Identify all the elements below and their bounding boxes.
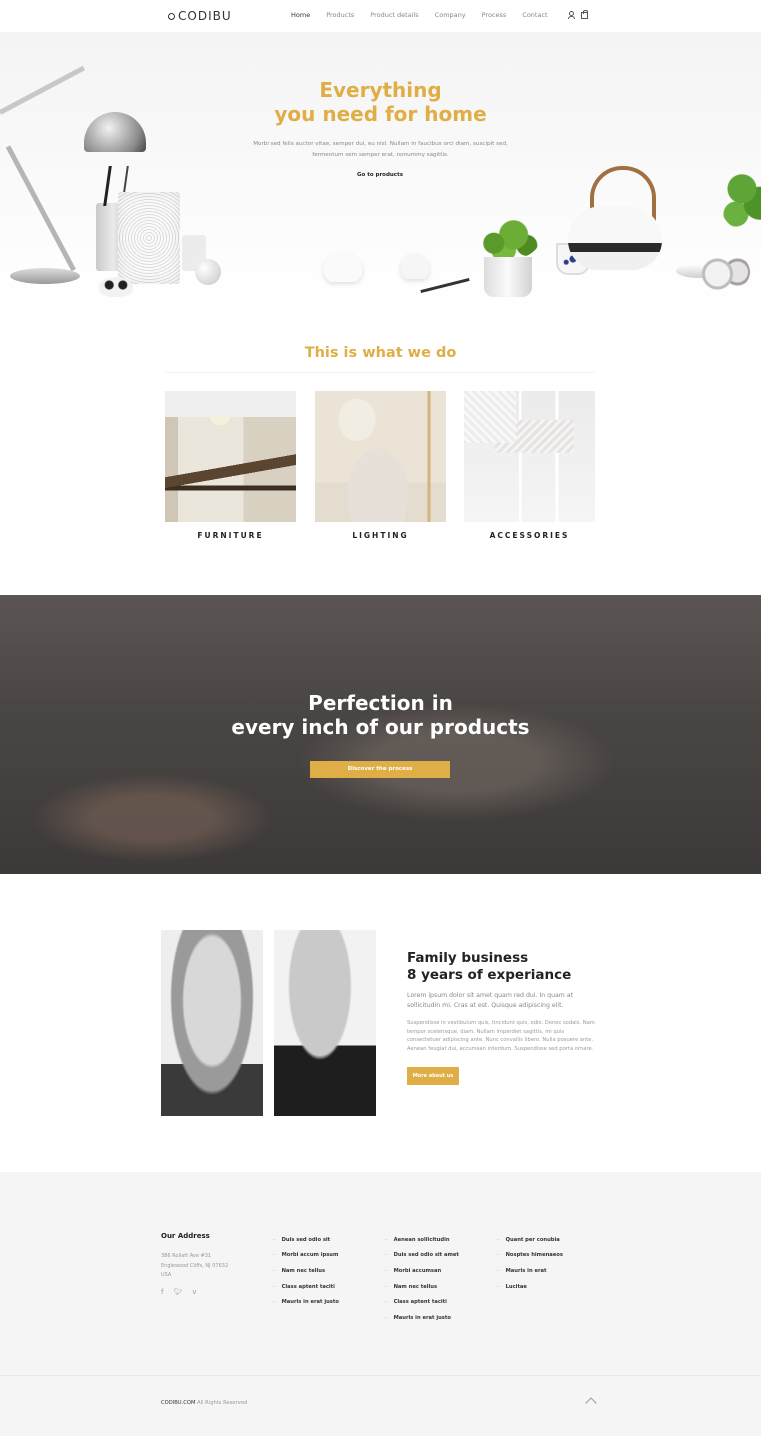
footer-link[interactable]: Class aptent taciti	[273, 1279, 339, 1295]
hero-subtitle-line2: fermentum sem semper erat, nonummy sagit…	[312, 152, 449, 158]
lamp-base-image	[10, 268, 80, 284]
more-about-us-button[interactable]: More about us	[407, 1067, 459, 1085]
category-label[interactable]: ACCESSORIES	[464, 531, 595, 540]
footer-link[interactable]: Mauris in erat	[497, 1263, 563, 1279]
nav-icons	[568, 10, 588, 19]
bird-figurine-image	[320, 250, 366, 282]
vimeo-icon[interactable]: v	[192, 1288, 196, 1296]
family-title-line2: 8 years of experiance	[407, 967, 572, 983]
address-line: USA	[161, 1272, 172, 1278]
nav-link-home[interactable]: Home	[291, 11, 310, 19]
bag-icon[interactable]	[581, 10, 588, 19]
logo-mark-icon	[168, 12, 175, 20]
footer-link[interactable]: Mauris in erat justo	[385, 1310, 459, 1326]
nav-link-contact[interactable]: Contact	[522, 11, 547, 19]
lighting-image[interactable]	[315, 391, 446, 522]
copyright-text: All Rights Reserved	[195, 1400, 248, 1406]
plant-image	[474, 218, 540, 260]
rabbit-figurine-image	[398, 251, 432, 279]
footer-link[interactable]: Class aptent taciti	[385, 1294, 459, 1310]
holder-image	[118, 192, 180, 284]
footer-links-col3: Quant per conubia Nosptes himenaeos Maur…	[497, 1232, 563, 1294]
user-icon[interactable]	[568, 11, 575, 19]
category-label[interactable]: LIGHTING	[315, 531, 446, 540]
category-label[interactable]: FURNITURE	[165, 531, 296, 540]
footer	[0, 1172, 761, 1375]
accessories-image[interactable]	[464, 391, 595, 522]
hero-title-line1: Everything	[319, 78, 442, 102]
logo-text: CODIBU	[178, 9, 232, 23]
footer-link[interactable]: Morbi accumsan	[385, 1263, 459, 1279]
footer-link[interactable]: Aenean sollicitudin	[385, 1232, 459, 1248]
footer-links-col2: Aenean sollicitudin Duis sed odio sit am…	[385, 1232, 459, 1326]
portrait-woman-image	[161, 930, 263, 1116]
perfection-banner: Perfection in every inch of our products…	[0, 595, 761, 874]
social-links: f 🐦︎ v	[161, 1288, 197, 1296]
copyright-brand: CODIBU.COM	[161, 1400, 196, 1406]
bottom-bar	[0, 1375, 761, 1436]
footer-link[interactable]: Nosptes himenaeos	[497, 1248, 563, 1264]
portrait-man-image	[274, 930, 376, 1116]
logo[interactable]: CODIBU	[168, 9, 232, 23]
hero-title-line2: you need for home	[274, 102, 487, 126]
address-line: 386 Rollatt Ave #31	[161, 1253, 212, 1259]
hero-subtitle-line1: Morbi sed felis auctor vitae, semper dui…	[253, 141, 508, 147]
hero-subtitle: Morbi sed felis auctor vitae, semper dui…	[250, 139, 511, 161]
top-navbar: CODIBU Home Products Product details Com…	[0, 0, 761, 32]
footer-link[interactable]: Quant per conubia	[497, 1232, 563, 1248]
family-body: Suspendisse in vestibulum quis, tincidun…	[407, 1020, 595, 1053]
nav-link-company[interactable]: Company	[435, 11, 466, 19]
category-card-lighting[interactable]: LIGHTING	[315, 391, 446, 540]
footer-links-col1: Duis sed odio sit Morbi accum ipsum Nam …	[273, 1232, 339, 1310]
hero-title: Everything you need for home	[0, 78, 761, 126]
ball-image	[195, 259, 221, 285]
plant-pot-image	[484, 257, 532, 297]
main-menu: Home Products Product details Company Pr…	[291, 11, 564, 19]
facebook-icon[interactable]: f	[161, 1288, 163, 1296]
category-card-furniture[interactable]: FURNITURE	[165, 391, 296, 540]
section-title-what-we-do: This is what we do	[304, 345, 457, 361]
footer-link[interactable]: Mauris in erat justo	[273, 1294, 339, 1310]
headphones-image	[700, 252, 750, 292]
footer-link[interactable]: Duis sed odio sit amet	[385, 1248, 459, 1264]
furniture-image[interactable]	[165, 391, 296, 522]
footer-link[interactable]: Duis sed odio sit	[273, 1232, 339, 1248]
teapot-image	[568, 206, 662, 270]
nav-link-process[interactable]: Process	[482, 11, 507, 19]
family-title-line1: Family business	[407, 950, 529, 966]
discover-process-button[interactable]: Discover the process	[310, 761, 450, 778]
banner-title-line1: Perfection in	[308, 691, 453, 715]
address-title: Our Address	[161, 1232, 210, 1240]
divider	[165, 372, 595, 373]
nav-link-products[interactable]: Products	[326, 11, 354, 19]
banner-title: Perfection in every inch of our products	[0, 691, 761, 739]
tree-image	[718, 160, 761, 232]
address-line: Englewood Cliffs, NJ 07632	[161, 1263, 229, 1269]
lamp-arm-image	[5, 145, 76, 272]
go-to-products-link[interactable]: Go to products	[340, 172, 420, 178]
panda-figurine-image	[99, 277, 133, 297]
hero-section: Everything you need for home Morbi sed f…	[0, 32, 761, 310]
footer-link[interactable]: Nam nec tellus	[385, 1279, 459, 1295]
footer-link[interactable]: Morbi accum ipsum	[273, 1248, 339, 1264]
footer-link[interactable]: Nam nec tellus	[273, 1263, 339, 1279]
category-card-accessories[interactable]: ACCESSORIES	[464, 391, 595, 540]
family-title: Family business 8 years of experiance	[407, 950, 571, 984]
pen-image	[420, 277, 470, 294]
footer-link[interactable]: Lucitae	[497, 1279, 563, 1295]
copyright: CODIBU.COM All Rights Reserved	[161, 1400, 247, 1406]
banner-title-line2: every inch of our products	[231, 715, 530, 739]
twitter-icon[interactable]: 🐦︎	[173, 1288, 182, 1296]
family-lead: Lorem ipsum dolor sit amet quam red dui.…	[407, 992, 574, 1009]
nav-link-product-details[interactable]: Product details	[370, 11, 418, 19]
